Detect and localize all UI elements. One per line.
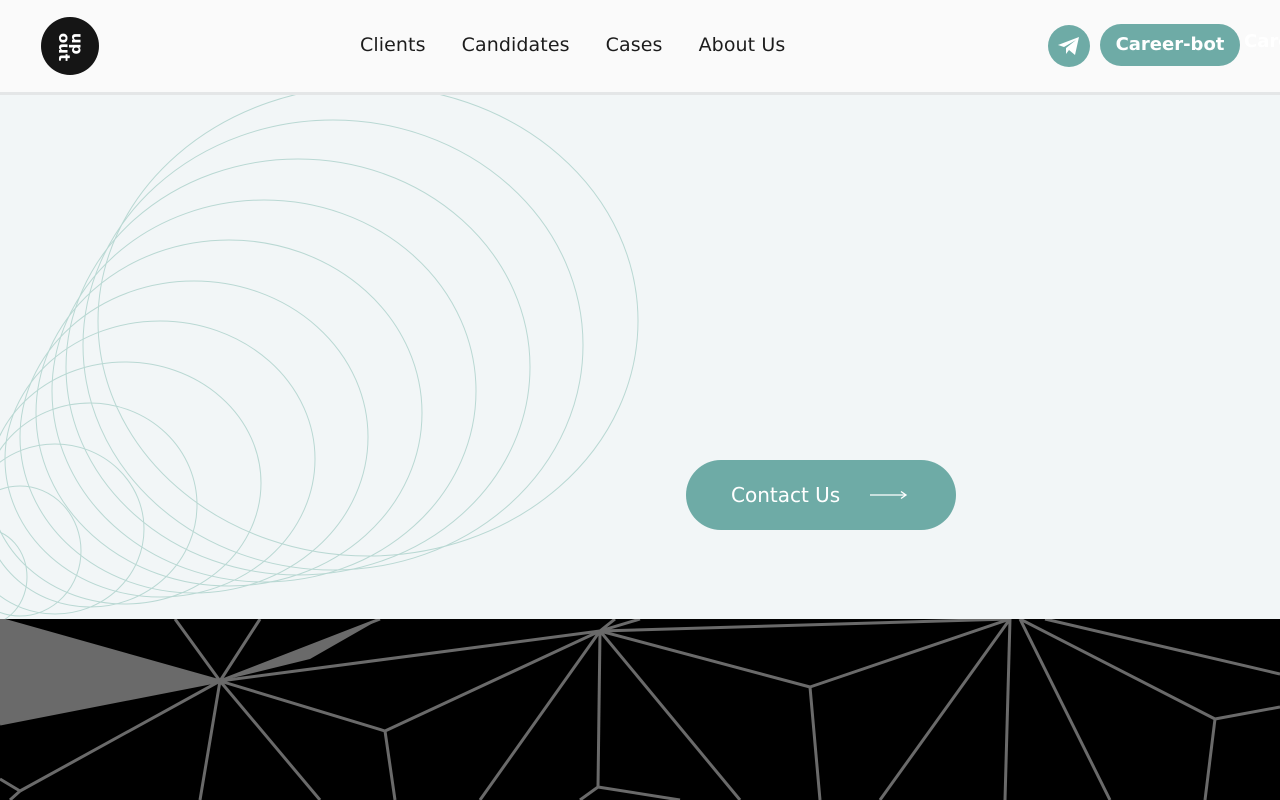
career-bot-overflow-text: Career-bot xyxy=(1244,33,1280,52)
career-bot-button[interactable]: Career-bot xyxy=(1100,24,1240,66)
long-arrow-right-icon xyxy=(870,490,908,500)
geometric-dark-section xyxy=(0,619,1280,800)
geometric-lines-decoration xyxy=(0,619,1280,800)
paper-plane-icon xyxy=(1058,37,1079,55)
contact-us-label: Contact Us xyxy=(731,483,841,507)
concentric-circles-decoration xyxy=(0,95,639,619)
nav-link-cases[interactable]: Cases xyxy=(606,34,663,56)
nav-link-candidates[interactable]: Candidates xyxy=(462,34,570,56)
logo-mark-icon: up out xyxy=(55,33,86,61)
svg-text:out: out xyxy=(55,33,73,61)
nav-link-about-us[interactable]: About Us xyxy=(699,34,786,56)
nav-link-clients[interactable]: Clients xyxy=(360,34,426,56)
logo[interactable]: up out xyxy=(41,17,99,75)
hero-section: Contact Us xyxy=(0,95,1280,619)
contact-us-button[interactable]: Contact Us xyxy=(686,460,956,530)
main-nav: Clients Candidates Cases About Us xyxy=(360,34,785,56)
telegram-button[interactable] xyxy=(1048,25,1090,67)
site-header: up out Clients Candidates Cases About Us… xyxy=(0,0,1280,95)
